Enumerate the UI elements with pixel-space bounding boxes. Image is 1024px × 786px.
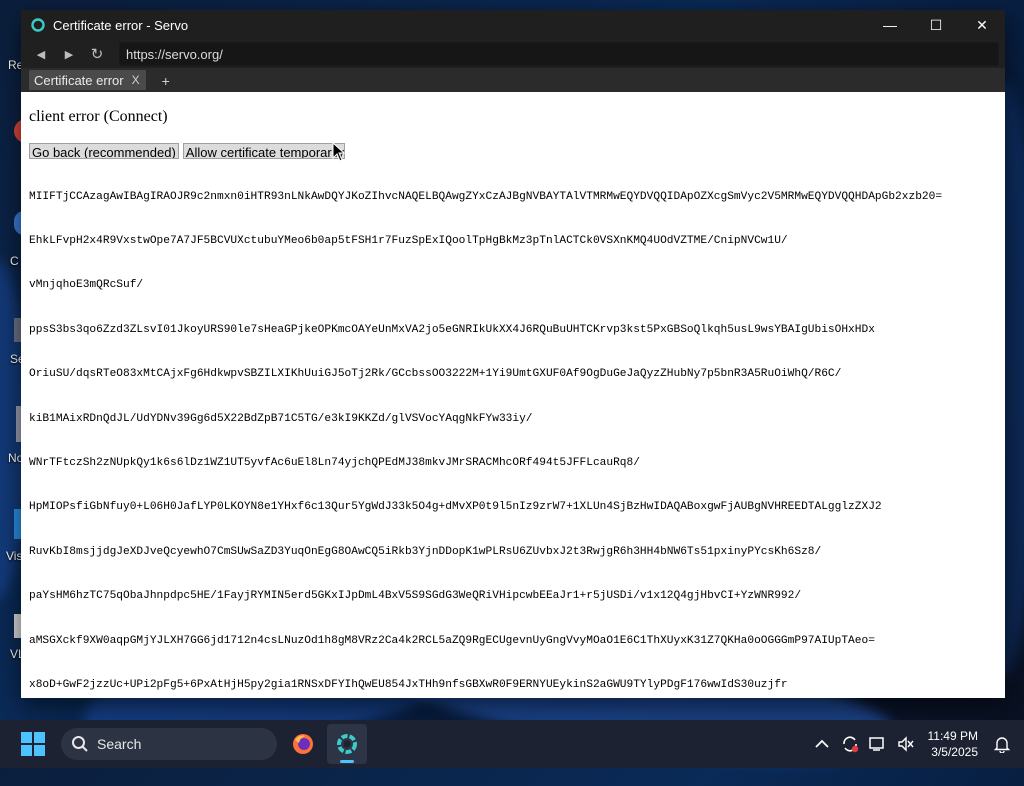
tab-bar: Certificate error X + [21,68,1005,92]
active-app-indicator [340,760,354,763]
notifications-button[interactable] [988,730,1016,758]
certificate-line: paYsHM6hzTC75qObaJhnpdpc5HE/1FayjRYMIN5e… [29,590,802,603]
maximize-icon: ☐ [929,16,943,33]
tab-close-button[interactable]: X [132,73,140,87]
certificate-text: MIIFTjCCAzagAwIBAgIRAOJR9c2nmxn0iHTR93nL… [29,160,1005,698]
go-back-button[interactable]: Go back (recommended) [29,143,179,159]
certificate-line: HpMIOPsfiGbNfuy0+L06H0JafLYP0LKOYN8e1YHx… [29,501,882,514]
page-heading: client error (Connect) [29,108,168,125]
vscode-desktop-icon[interactable] [0,505,22,545]
sync-alert-icon [842,736,858,753]
windows-logo-icon [21,732,45,756]
allow-certificate-button[interactable]: Allow certificate temporarily [182,143,345,159]
servo-taskbar-button[interactable] [327,724,367,764]
recycle-bin-icon[interactable]: Re [0,25,23,72]
taskbar-clock[interactable]: 11:49 PM 3/5/2025 [928,728,978,760]
window-title: Certificate error - Servo [53,17,189,33]
search-placeholder: Search [97,736,142,752]
app-desktop-icon[interactable] [0,205,24,245]
certificate-line: kiB1MAixRDnQdJL/UdYDNv39Gg6d5X22BdZpB71C… [29,412,533,425]
certificate-line: x8oD+GwF2jzzUc+UPi2pFg5+6PxAtHjH5py2gia1… [29,678,788,691]
new-tab-button[interactable]: + [162,73,170,89]
servo-browser-window: Certificate error - Servo — ☐ ✕ ◀ ▶ ↻ ht… [21,10,1005,698]
url-text: https://servo.org/ [126,46,223,62]
start-button[interactable] [13,724,53,764]
error-actions: Go back (recommended) Allow certificate … [29,143,345,159]
back-button[interactable]: ◀ [27,42,55,66]
chevron-up-icon [814,739,829,748]
volume-muted-icon [897,736,914,752]
show-hidden-icons-button[interactable] [808,730,836,758]
search-icon [72,736,88,752]
forward-arrow-icon: ▶ [64,48,74,61]
desktop-label: Vis [6,549,23,563]
page-content: client error (Connect) Go back (recommen… [21,92,1005,698]
desktop-label: C [10,254,19,268]
vlc-desktop-icon[interactable] [0,602,22,642]
reload-button[interactable]: ↻ [83,42,111,66]
chrome-desktop-icon[interactable] [0,115,28,155]
mouse-cursor-icon [332,142,346,162]
maximize-button[interactable]: ☐ [913,10,959,40]
tab-label: Certificate error [34,72,124,88]
network-icon [868,737,884,751]
certificate-line: OriuSU/dqsRTeO83xMtCAjxFg6HdkwpvSBZILXIK… [29,368,842,381]
servo-logo-icon [31,18,45,32]
system-tray: 11:49 PM 3/5/2025 [808,720,1024,768]
firefox-taskbar-button[interactable] [283,724,323,764]
certificate-line: EhkLFvpH2x4R9VxstwOpe7A7JF5BCVUXctubuYMe… [29,234,788,247]
navigation-bar: ◀ ▶ ↻ https://servo.org/ [21,40,1005,68]
clock-time: 11:49 PM [927,729,978,743]
forward-button[interactable]: ▶ [55,42,83,66]
close-window-button[interactable]: ✕ [959,10,1005,40]
certificate-line: RuvKbI8msjjdgJeXDJveQcyewhO7CmSUwSaZD3Yu… [29,545,822,558]
taskbar-search-box[interactable]: Search [61,728,277,760]
settings-desktop-icon[interactable] [0,310,22,350]
minimize-button[interactable]: — [867,10,913,40]
tab-certificate-error[interactable]: Certificate error X [29,70,146,90]
network-button[interactable] [864,730,892,758]
certificate-line: aMSGXckf9XW0aqpGMjYJLXH7GG6jd1712n4csLNu… [29,634,875,647]
minimize-icon: — [883,17,897,33]
certificate-line: WNrTFtczSh2zNUpkQy1k6s6lDz1WZ1UT5yvfAc6u… [29,456,640,469]
servo-app-icon [337,734,357,754]
sync-status-button[interactable] [836,730,864,758]
certificate-line: vMnjqhoE3mQRcSuf/ [29,279,144,292]
taskbar: Search 11:49 PM 3/5/2025 [0,720,1024,768]
firefox-icon [293,734,313,754]
certificate-line: MIIFTjCCAzagAwIBAgIRAOJR9c2nmxn0iHTR93nL… [29,190,943,203]
close-icon: ✕ [976,16,988,33]
volume-button[interactable] [892,730,920,758]
clock-date: 3/5/2025 [931,745,978,759]
bell-icon [994,737,1010,753]
certificate-line: ppsS3bs3qo6Zzd3ZLsvI01JkoyURS90le7sHeaGP… [29,323,875,336]
reload-icon: ↻ [90,46,104,63]
notepad-desktop-icon[interactable] [0,402,22,442]
back-arrow-icon: ◀ [36,48,46,61]
title-bar[interactable]: Certificate error - Servo — ☐ ✕ [21,10,1005,40]
url-input[interactable]: https://servo.org/ [119,42,999,66]
